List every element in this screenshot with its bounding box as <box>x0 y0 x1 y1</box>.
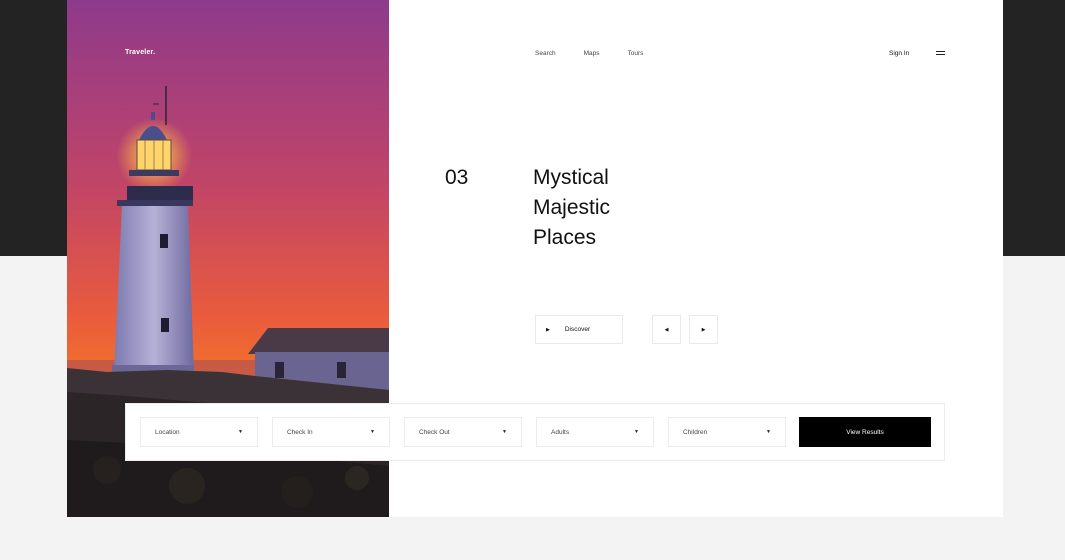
triangle-down-icon: ▼ <box>634 429 639 435</box>
search-bar: Location ▼ Check In ▼ Check Out ▼ Adults… <box>125 403 945 461</box>
adults-select[interactable]: Adults ▼ <box>536 417 654 447</box>
triangle-down-icon: ▼ <box>766 429 771 435</box>
slide-title-line: Majestic <box>533 196 611 219</box>
slide-title-line: Mystical <box>533 166 609 189</box>
next-slide-button[interactable]: ▶ <box>689 315 718 344</box>
prev-slide-button[interactable]: ◀ <box>652 315 681 344</box>
check-out-label: Check Out <box>419 428 450 436</box>
nav-item-maps[interactable]: Maps <box>584 50 600 57</box>
triangle-down-icon: ▼ <box>370 429 375 435</box>
discover-label: Discover <box>564 326 591 333</box>
check-in-select[interactable]: Check In ▼ <box>272 417 390 447</box>
brand-logo[interactable]: Traveler. <box>125 49 155 56</box>
nav-item-tours[interactable]: Tours <box>628 50 644 57</box>
check-out-select[interactable]: Check Out ▼ <box>404 417 522 447</box>
adults-label: Adults <box>551 428 570 436</box>
location-select[interactable]: Location ▼ <box>140 417 258 447</box>
triangle-left-icon: ◀ <box>664 326 669 333</box>
children-label: Children <box>683 428 708 436</box>
triangle-right-icon: ▶ <box>701 326 706 333</box>
sign-in-link[interactable]: Sign In <box>889 50 909 57</box>
slide-number: 03 <box>445 166 469 189</box>
hamburger-icon[interactable] <box>936 51 945 56</box>
discover-button[interactable]: ▶ Discover <box>535 315 623 344</box>
slide-title: Mystical Majestic Places <box>533 163 693 253</box>
location-label: Location <box>155 428 180 436</box>
slide-title-line: Places <box>533 226 597 249</box>
triangle-down-icon: ▼ <box>238 429 243 435</box>
nav-item-search[interactable]: Search <box>535 50 556 57</box>
top-nav: Search Maps Tours <box>535 50 643 57</box>
view-results-button[interactable]: View Results <box>799 417 931 447</box>
play-icon: ▶ <box>546 326 550 333</box>
check-in-label: Check In <box>287 428 313 436</box>
children-select[interactable]: Children ▼ <box>668 417 786 447</box>
triangle-down-icon: ▼ <box>502 429 507 435</box>
